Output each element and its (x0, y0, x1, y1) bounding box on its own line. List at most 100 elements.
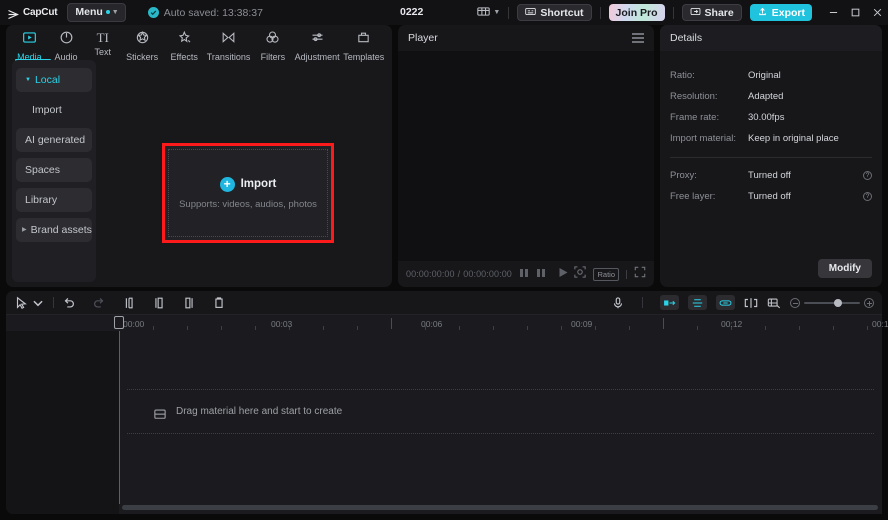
timeline-panel: 00:00 00:03 00:06 00:09 00:12 00:15 Drag… (6, 291, 888, 514)
detail-value[interactable]: 30.00fps (748, 112, 784, 123)
keyframe-icon[interactable] (767, 296, 781, 310)
tab-text[interactable]: TI Text (84, 28, 121, 57)
export-button[interactable]: Export (749, 4, 812, 21)
zoom-slider-track[interactable] (804, 298, 860, 307)
zoom-in-icon[interactable] (864, 297, 874, 308)
sidebar-item-ai-generated[interactable]: AI generated (16, 128, 92, 152)
zoom-out-icon[interactable] (790, 297, 800, 308)
auto-cut-icon[interactable] (660, 295, 679, 310)
play-icon[interactable] (558, 265, 569, 283)
ratio-button[interactable]: Ratio (593, 267, 619, 281)
share-button[interactable]: Share (681, 4, 742, 21)
player-header: Player (398, 25, 654, 51)
transitions-icon (221, 30, 236, 50)
hamburger-menu-icon[interactable] (632, 33, 644, 43)
layout-button[interactable]: ▼ (477, 4, 500, 22)
sidebar-item-import[interactable]: Import (16, 98, 92, 122)
undo-icon[interactable] (62, 296, 76, 310)
select-cursor-icon[interactable] (14, 296, 28, 310)
playhead-handle[interactable] (114, 316, 124, 329)
project-name[interactable]: 0222 (400, 6, 423, 18)
divider (599, 6, 601, 19)
total-time: 00:00:00:00 (463, 269, 512, 279)
detail-row-resolution: Resolution: Adapted (660, 86, 882, 107)
media-content-area: + Import Supports: videos, audios, photo… (102, 60, 386, 282)
tab-adjustment[interactable]: Adjustment (294, 28, 341, 62)
ruler-label: 00:12 (721, 319, 743, 329)
auto-captions-icon[interactable] (688, 295, 707, 310)
timeline-placeholder[interactable]: Drag material here and start to create (127, 389, 874, 434)
sidebar-item-spaces[interactable]: Spaces (16, 158, 92, 182)
menu-button[interactable]: Menu ▼ (67, 3, 126, 22)
timeline-ruler[interactable]: 00:00 00:03 00:06 00:09 00:12 00:15 (6, 314, 888, 331)
chevron-down-icon[interactable] (31, 296, 45, 310)
tab-media[interactable]: Media (11, 28, 48, 62)
import-dropzone[interactable]: + Import Supports: videos, audios, photo… (162, 143, 334, 243)
templates-folder-icon (356, 30, 371, 50)
maximize-button[interactable] (844, 0, 866, 25)
fullscreen-icon[interactable] (634, 265, 646, 283)
zoom-slider-knob[interactable] (834, 298, 842, 307)
sidebar-item-label: Library (25, 194, 58, 206)
sidebar-item-library[interactable]: Library (16, 188, 92, 212)
shortcut-button[interactable]: Shortcut (517, 4, 592, 21)
detail-value[interactable]: Adapted (748, 91, 783, 102)
delete-icon[interactable] (212, 296, 226, 310)
chevron-down-icon: ▼ (493, 9, 501, 16)
next-frame-icon[interactable] (536, 265, 546, 283)
link-clip-icon[interactable] (716, 295, 735, 310)
help-icon[interactable]: ? (863, 192, 872, 201)
close-button[interactable] (866, 0, 888, 25)
track-icon (154, 406, 166, 419)
timeline-zoom-slider[interactable] (790, 297, 874, 308)
detail-value[interactable]: Keep in original place (748, 133, 839, 144)
sidebar-item-label: Import (32, 104, 62, 116)
mirror-split-icon[interactable] (744, 296, 758, 310)
prev-frame-icon[interactable] (519, 265, 529, 283)
redo-icon[interactable] (92, 296, 106, 310)
zoom-fit-icon[interactable] (574, 265, 587, 283)
plus-circle-icon: + (219, 176, 235, 192)
tab-effects[interactable]: Effects (163, 28, 205, 62)
modify-button[interactable]: Modify (817, 259, 872, 278)
join-pro-label: Join Pro (615, 6, 658, 19)
trim-right-icon[interactable] (182, 296, 196, 310)
timeline-playhead[interactable] (119, 331, 120, 504)
details-rows: Ratio: Original Resolution: Adapted Fram… (660, 65, 882, 207)
player-title: Player (408, 32, 438, 44)
player-controls: 00:00:00:00 / 00:00:00:00 Ratio (398, 261, 654, 287)
trim-left-icon[interactable] (152, 296, 166, 310)
detail-key: Free layer: (670, 191, 716, 202)
library-tab-bar: Media Audio TI Text Stickers Effects Tra… (6, 25, 392, 62)
detail-value[interactable]: Turned off (748, 191, 791, 202)
tab-filters[interactable]: Filters (252, 28, 294, 62)
timeline-tracks[interactable]: Drag material here and start to create (119, 331, 882, 514)
tab-label: Text (94, 47, 112, 57)
minimize-button[interactable] (822, 0, 844, 25)
timeline-toolbar (6, 291, 882, 314)
ruler-label: 00:03 (271, 319, 293, 329)
app-name: CapCut (23, 7, 58, 18)
timeline-horizontal-scrollbar[interactable] (122, 505, 878, 510)
tab-transitions[interactable]: Transitions (205, 28, 252, 62)
tab-audio[interactable]: Audio (48, 28, 85, 62)
tab-stickers[interactable]: Stickers (121, 28, 163, 62)
media-play-icon (22, 30, 37, 50)
share-label: Share (704, 6, 734, 19)
sidebar-item-label: AI generated (25, 134, 86, 146)
split-icon[interactable] (122, 296, 136, 310)
player-canvas[interactable] (398, 51, 654, 261)
join-pro-button[interactable]: Join Pro (608, 4, 665, 21)
help-icon[interactable]: ? (863, 171, 872, 180)
media-library-panel: Media Audio TI Text Stickers Effects Tra… (6, 25, 392, 287)
sidebar-item-local[interactable]: ▼ Local (16, 68, 92, 92)
divider (626, 269, 627, 279)
audio-note-icon (59, 30, 74, 50)
detail-value[interactable]: Original (748, 70, 781, 81)
tab-templates[interactable]: Templates (340, 28, 387, 62)
microphone-icon[interactable] (611, 296, 625, 310)
dropzone-dashed-border (168, 149, 328, 237)
sidebar-item-brand-assets[interactable]: ▶ Brand assets (16, 218, 92, 242)
details-header: Details (660, 25, 882, 51)
detail-value[interactable]: Turned off (748, 170, 791, 181)
